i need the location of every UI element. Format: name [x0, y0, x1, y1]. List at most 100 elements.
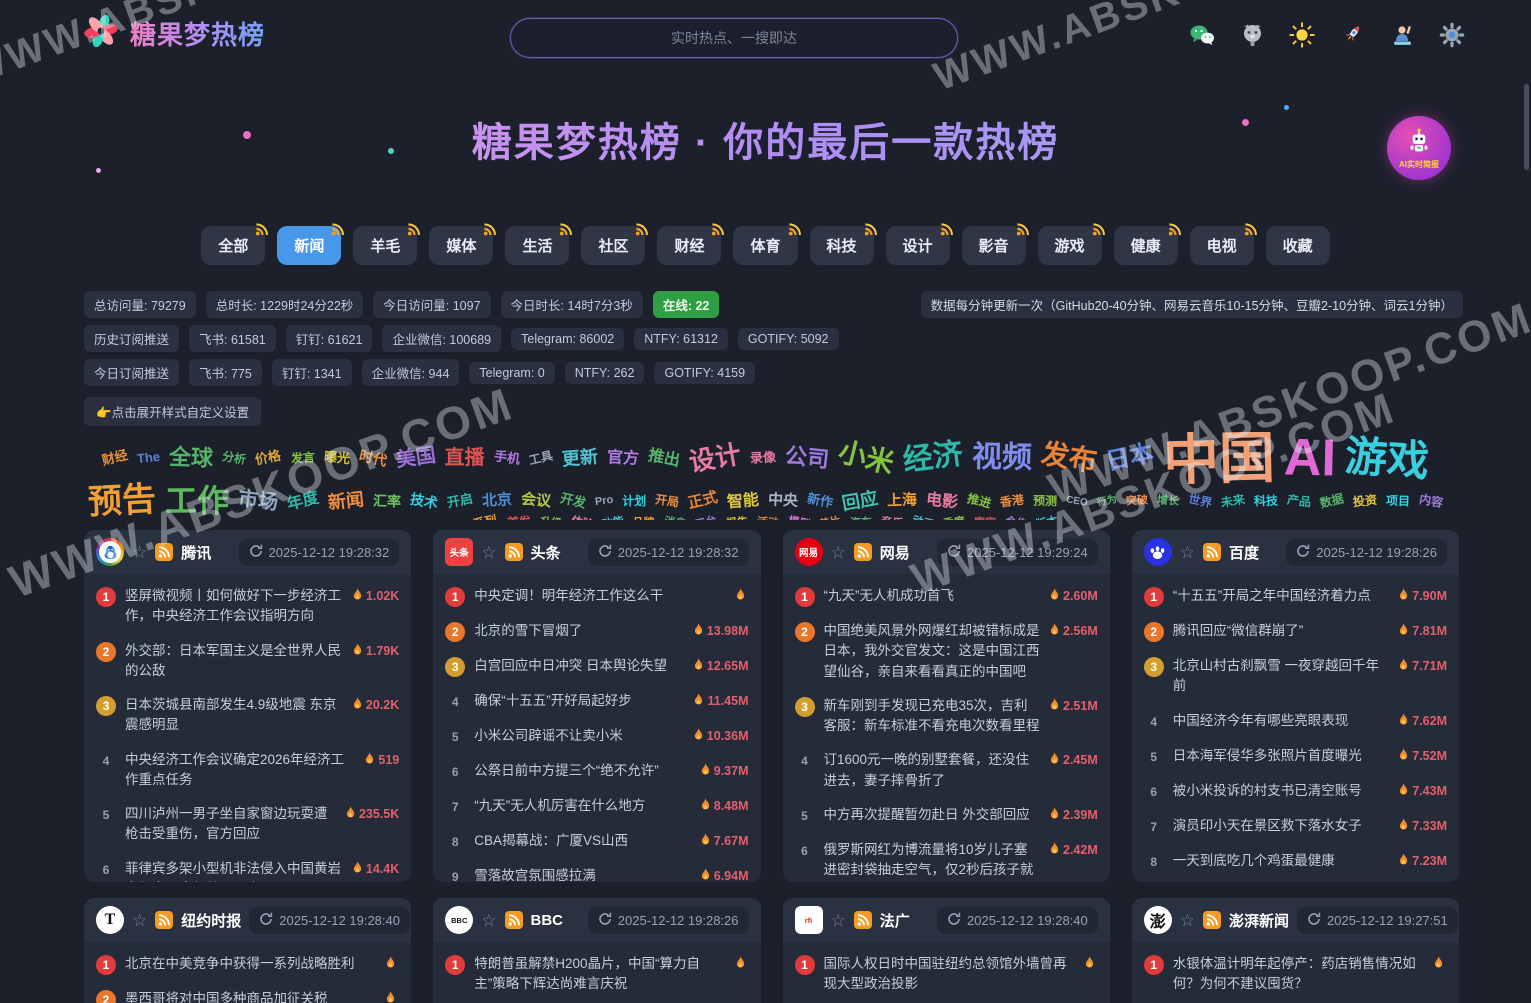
favorite-star-icon[interactable]: ☆ [132, 912, 147, 929]
hot-list-item[interactable]: 9 雪落故宫氛围感拉满 6.94M [445, 859, 748, 882]
hot-list-item[interactable]: 8 CBA揭幕战：广厦VS山西 7.67M [445, 824, 748, 859]
wordcloud-word[interactable]: 世界 [1187, 493, 1213, 509]
hot-list-item[interactable]: 2 腾讯回应“微信群崩了” 7.81M [1144, 614, 1447, 649]
wordcloud-word[interactable]: 数据 [1319, 493, 1345, 510]
rocket-icon[interactable] [1339, 22, 1365, 48]
hot-list-item[interactable]: 1 北京在中美竞争中获得一系列战略胜利 [96, 947, 399, 982]
style-settings-toggle[interactable]: 👉点击展开样式自定义设置 [84, 397, 261, 426]
rss-feed-icon[interactable] [1203, 543, 1221, 561]
rss-feed-icon[interactable] [505, 543, 523, 561]
tab-羊毛[interactable]: 羊毛 [353, 226, 417, 265]
hot-list-item[interactable]: 2 北京的雪下冒烟了 13.98M [445, 614, 748, 649]
rss-feed-icon[interactable] [155, 911, 173, 929]
wordcloud-word[interactable]: 首发 [506, 517, 531, 520]
wechat-icon[interactable] [1189, 22, 1215, 48]
wordcloud-word[interactable]: 美国 [394, 446, 436, 470]
refresh-timestamp[interactable]: 2025-12-12 19:28:26 [588, 907, 749, 934]
github-icon[interactable] [1239, 22, 1265, 48]
wordcloud-word[interactable]: 增长 [1157, 495, 1180, 507]
wordcloud-word[interactable]: 技术 [409, 492, 439, 510]
wordcloud-word[interactable]: 内容 [1418, 494, 1444, 509]
tab-体育[interactable]: 体育 [733, 226, 797, 265]
wordcloud-word[interactable]: 视频 [971, 444, 1031, 474]
wordcloud-word[interactable]: 市场 [237, 489, 279, 513]
refresh-timestamp[interactable]: 2025-12-12 19:28:40 [249, 907, 410, 934]
wordcloud-word[interactable]: 开发 [559, 492, 587, 510]
refresh-icon[interactable] [947, 544, 961, 561]
wordcloud-word[interactable]: 时代 [357, 449, 387, 468]
wordcloud-word[interactable]: 官方 [606, 450, 639, 467]
refresh-icon[interactable] [947, 912, 961, 929]
hot-list-item[interactable]: 1 “十五五”开局之年中国经济着力点 7.90M [1144, 579, 1447, 614]
wordcloud-word[interactable]: 正式 [687, 491, 719, 512]
wordcloud-word[interactable]: 工作 [165, 486, 229, 517]
hot-list-item[interactable]: 5 中方再次提醒暂勿赴日 外交部回应 2.39M [795, 798, 1098, 833]
ai-briefing-button[interactable]: AI实时简报 [1387, 116, 1451, 180]
wordcloud-word[interactable]: 更新 [561, 449, 598, 469]
refresh-timestamp[interactable]: 2025-12-12 19:28:32 [588, 539, 749, 566]
tab-生活[interactable]: 生活 [505, 226, 569, 265]
tab-全部[interactable]: 全部 [201, 226, 265, 265]
wordcloud-word[interactable]: 经济 [901, 441, 964, 477]
wordcloud-word[interactable]: 模型 [787, 516, 811, 520]
tab-科技[interactable]: 科技 [810, 226, 874, 265]
hot-list-item[interactable]: 6 被小米投诉的村支书已清空账号 7.43M [1144, 774, 1447, 809]
favorite-star-icon[interactable]: ☆ [1180, 912, 1195, 929]
wordcloud-word[interactable]: 投资 [1353, 494, 1378, 508]
wordcloud-word[interactable]: 汇率 [373, 494, 401, 508]
wordcloud-word[interactable]: 突破 [1126, 495, 1149, 507]
wordcloud-word[interactable]: 预测 [1033, 495, 1057, 507]
wordcloud-word[interactable]: 发言 [290, 452, 315, 465]
wordcloud-word[interactable]: 中央 [768, 493, 799, 509]
wordcloud-word[interactable]: 活动 [756, 517, 779, 520]
wordcloud-word[interactable]: 工具 [528, 450, 554, 467]
rss-feed-icon[interactable] [505, 911, 523, 929]
wordcloud-word[interactable]: CEO [1066, 495, 1089, 508]
favorite-star-icon[interactable]: ☆ [831, 912, 846, 929]
wordcloud-word[interactable]: 上海 [887, 494, 917, 509]
hot-list-item[interactable]: 4 订1600元一晚的别墅套餐，还没住进去，妻子摔骨折了 2.45M [795, 743, 1098, 798]
wordcloud-word[interactable]: 分析 [222, 451, 248, 466]
wordcloud-word[interactable]: Pro [594, 495, 614, 508]
wordcloud-word[interactable]: 发布 [1039, 441, 1098, 476]
wordcloud-word[interactable]: 会议 [520, 493, 551, 510]
hot-list-item[interactable]: 5 小米公司辟谣不让卖小米 10.36M [445, 719, 748, 754]
tab-社区[interactable]: 社区 [581, 226, 645, 265]
sun-theme-icon[interactable] [1289, 22, 1315, 48]
wordcloud-word[interactable]: 升级 [539, 517, 562, 520]
wordcloud-word[interactable]: The [137, 451, 161, 466]
refresh-icon[interactable] [598, 544, 612, 561]
scrollbar-thumb[interactable] [1524, 84, 1529, 170]
refresh-timestamp[interactable]: 2025-12-12 19:27:51 [1297, 907, 1458, 934]
rss-feed-icon[interactable] [1203, 911, 1221, 929]
wordcloud-word[interactable]: 年度 [285, 490, 320, 512]
wordcloud-word[interactable]: 开启 [446, 493, 474, 510]
wordcloud-word[interactable]: 官宣 [973, 518, 995, 520]
hot-list-item[interactable]: 5 四川泸州一男子坐自家窗边玩耍遭枪击受重伤，官方回应 235.5K [96, 797, 399, 852]
wordcloud-word[interactable]: 推出 [646, 448, 680, 469]
favorite-star-icon[interactable]: ☆ [831, 544, 846, 561]
hot-list-item[interactable]: 4 中国经济今年有哪些亮眼表现 7.62M [1144, 704, 1447, 739]
hot-list-item[interactable]: 7 演员印小天在景区救下落水女子 7.33M [1144, 809, 1447, 844]
wordcloud-word[interactable]: 未来 [1220, 494, 1246, 509]
wordcloud-word[interactable]: 体验 [570, 516, 594, 520]
wordcloud-word[interactable]: 全球 [169, 447, 214, 469]
wordcloud-word[interactable]: 香港 [1000, 494, 1025, 508]
refresh-timestamp[interactable]: 2025-12-12 19:28:40 [937, 907, 1098, 934]
wordcloud-word[interactable]: 计划 [622, 496, 646, 507]
wordcloud-word[interactable]: 季度 [942, 517, 965, 520]
wordcloud-word[interactable]: 设计 [687, 442, 743, 475]
hot-list-item[interactable]: 2 外交部：日本军国主义是全世界人民的公敌 1.79K [96, 634, 399, 689]
hot-list-item[interactable]: 9 白宫的回应让日本舆论失望了 7.14M [1144, 879, 1447, 883]
tab-财经[interactable]: 财经 [657, 226, 721, 265]
tab-健康[interactable]: 健康 [1114, 226, 1178, 265]
wordcloud-word[interactable]: 回应 [841, 490, 879, 513]
wordcloud-word[interactable]: 游戏 [1343, 436, 1430, 482]
wordcloud-word[interactable]: 品牌 [633, 518, 655, 520]
wordcloud-word[interactable]: 科技 [1254, 495, 1278, 507]
hot-list-item[interactable]: 3 新车刚到手发现已充电35次，吉利客服：新车标准不看充电次数看里程 2.51M [795, 689, 1098, 744]
wordcloud-word[interactable]: 新闻 [327, 491, 365, 512]
hot-list-item[interactable]: 4 确保“十五五”开好局起好步 11.45M [445, 684, 748, 719]
site-logo[interactable]: 糖果梦热榜 [84, 14, 265, 53]
hot-list-item[interactable]: 1 竖屏微视频丨如何做好下一步经济工作，中央经济工作会议指明方向 1.02K [96, 579, 399, 634]
